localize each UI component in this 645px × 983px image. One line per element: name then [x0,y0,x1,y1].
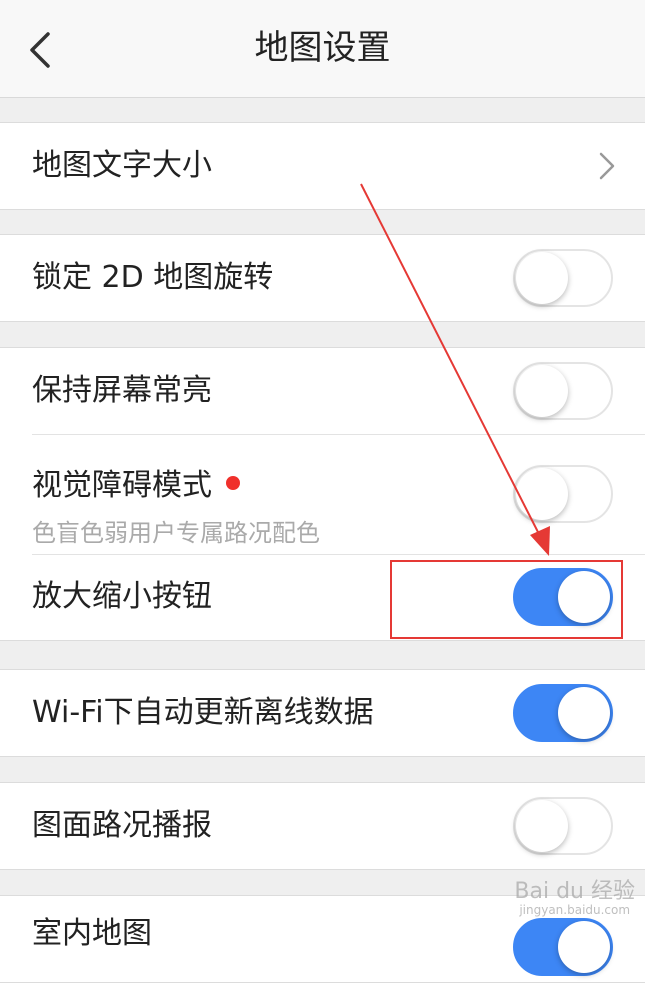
setting-label: 锁定 2D 地图旋转 [32,260,274,295]
nav-bar: 地图设置 [0,0,645,98]
settings-group-offline: Wi-Fi下自动更新离线数据 [0,669,645,757]
lock-2d-toggle[interactable] [513,249,613,307]
toggle-knob [516,365,568,417]
vision-mode-toggle[interactable] [513,465,613,523]
setting-row-traffic-broadcast: 图面路况播报 [0,783,645,869]
wifi-update-toggle[interactable] [513,684,613,742]
toggle-knob [516,800,568,852]
toggle-knob [558,687,610,739]
highlight-annotation-box [390,560,623,639]
setting-label: 图面路况播报 [32,808,212,843]
traffic-broadcast-toggle[interactable] [513,797,613,855]
setting-row-wifi-update: Wi-Fi下自动更新离线数据 [0,670,645,756]
toggle-knob [558,921,610,973]
toggle-knob [516,468,568,520]
setting-label: 保持屏幕常亮 [32,373,212,408]
last-item-toggle[interactable] [513,918,613,976]
settings-group-rotation: 锁定 2D 地图旋转 [0,234,645,322]
setting-label: Wi-Fi下自动更新离线数据 [32,695,374,730]
setting-label: 视觉障碍模式 [32,460,240,504]
setting-label: 地图文字大小 [32,148,212,183]
toggle-knob [516,252,568,304]
setting-label: 放大缩小按钮 [32,579,212,614]
chevron-right-icon [599,152,615,180]
setting-row-lock-2d: 锁定 2D 地图旋转 [0,235,645,321]
keep-screen-on-toggle[interactable] [513,362,613,420]
setting-subtitle: 色盲色弱用户专属路况配色 [32,519,320,547]
settings-group-traffic: 图面路况播报 [0,782,645,870]
setting-label: 室内地图 [32,916,152,951]
watermark: Bai du 经验 jingyan.baidu.com [514,878,635,917]
settings-group-text: 地图文字大小 [0,122,645,210]
page-title: 地图设置 [254,28,391,68]
setting-row-text-size[interactable]: 地图文字大小 [0,123,645,209]
setting-row-keep-screen-on: 保持屏幕常亮 [0,348,645,434]
new-badge-dot [226,475,240,490]
setting-row-vision-mode: 视觉障碍模式 色盲色弱用户专属路况配色 [0,434,645,554]
